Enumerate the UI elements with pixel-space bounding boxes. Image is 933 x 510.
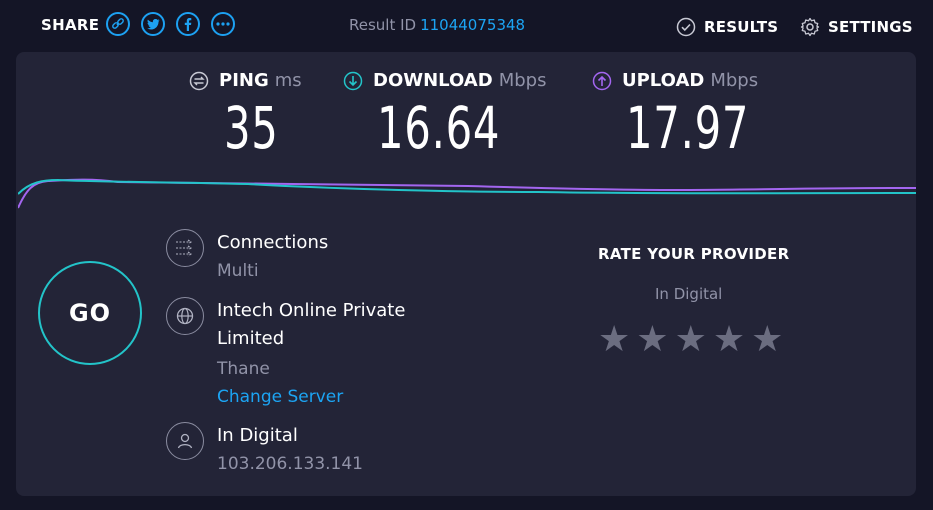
upload-value: 17.97: [626, 94, 750, 162]
gear-icon: [800, 17, 820, 37]
ping-unit: ms: [274, 70, 302, 91]
download-value: 16.64: [377, 94, 501, 162]
results-panel: PING ms 35 DOWNLOAD Mbps 16.64 UPLOAD Mb…: [16, 52, 916, 496]
results-nav-button[interactable]: RESULTS: [676, 17, 778, 37]
rate-provider-name: In Digital: [655, 285, 723, 303]
globe-icon: [166, 297, 204, 335]
share-twitter-button[interactable]: [141, 12, 165, 36]
more-icon: [216, 22, 230, 26]
top-bar: SHARE Result ID 11044075348 RESULTS SETT…: [0, 0, 933, 52]
download-unit: Mbps: [498, 70, 547, 91]
settings-nav-button[interactable]: SETTINGS: [800, 17, 913, 37]
download-arrow-icon: [343, 71, 363, 90]
ping-metric: PING ms 35: [189, 70, 302, 157]
download-label: DOWNLOAD: [373, 70, 493, 91]
results-label: RESULTS: [704, 18, 779, 36]
checkmark-circle-icon: [676, 17, 696, 37]
share-link-button[interactable]: [106, 12, 130, 36]
connections-title: Connections: [217, 232, 329, 253]
share-more-button[interactable]: [211, 12, 235, 36]
star-5-icon[interactable]: ★: [751, 322, 783, 358]
ping-value: 35: [224, 94, 279, 162]
connections-icon: [166, 229, 204, 267]
twitter-icon: [146, 18, 159, 29]
result-id: Result ID 11044075348: [349, 16, 525, 34]
isp-ip-address: 103.206.133.141: [217, 454, 364, 474]
upload-arrow-icon: [592, 71, 612, 90]
star-2-icon[interactable]: ★: [636, 322, 668, 358]
result-id-label: Result ID: [349, 16, 417, 34]
ping-label: PING: [219, 70, 269, 91]
isp-name: In Digital: [217, 425, 298, 446]
download-graph-line: [18, 178, 916, 195]
change-server-link[interactable]: Change Server: [217, 383, 437, 411]
settings-label: SETTINGS: [828, 18, 913, 36]
star-4-icon[interactable]: ★: [713, 322, 745, 358]
upload-unit: Mbps: [710, 70, 759, 91]
rating-stars: ★ ★ ★ ★ ★: [598, 322, 789, 358]
upload-metric: UPLOAD Mbps 17.97: [592, 70, 797, 157]
upload-label: UPLOAD: [622, 70, 705, 91]
download-metric: DOWNLOAD Mbps 16.64: [343, 70, 548, 157]
speed-graph: [18, 178, 916, 209]
result-id-link[interactable]: 11044075348: [420, 16, 525, 34]
facebook-icon: [184, 17, 192, 31]
rate-provider-title: RATE YOUR PROVIDER: [598, 245, 790, 263]
link-icon: [112, 18, 124, 29]
go-button[interactable]: GO: [38, 261, 142, 365]
star-1-icon[interactable]: ★: [598, 322, 630, 358]
ping-icon: [189, 71, 209, 90]
connections-value: Multi: [217, 261, 259, 281]
share-facebook-button[interactable]: [176, 12, 200, 36]
server-location: Thane: [217, 359, 270, 379]
user-icon: [166, 422, 204, 460]
star-3-icon[interactable]: ★: [675, 322, 707, 358]
share-label: SHARE: [41, 16, 100, 34]
server-name: Intech Online Private Limited: [217, 300, 406, 349]
